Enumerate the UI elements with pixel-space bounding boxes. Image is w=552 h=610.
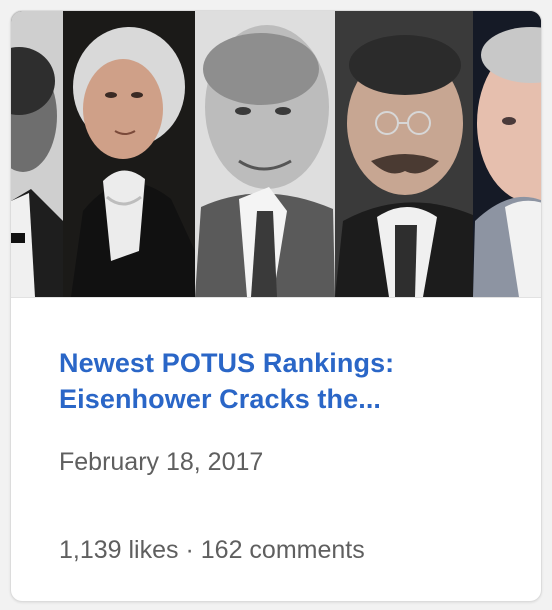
engagement-stats: 1,139 likes · 162 comments [59,535,365,565]
likes-count: 1,139 likes [59,536,179,564]
card-body: Newest POTUS Rankings: Eisenhower Cracks… [11,297,541,601]
article-date: February 18, 2017 [59,448,264,476]
portrait-lincoln [11,11,63,297]
portrait-roosevelt-theodore [335,11,473,297]
presidents-portrait-strip [11,11,541,297]
portrait-washington [63,11,195,297]
article-card[interactable]: Newest POTUS Rankings: Eisenhower Cracks… [10,10,542,602]
portrait-roosevelt-franklin [195,11,335,297]
article-thumbnail[interactable] [11,11,541,298]
comments-count: 162 comments [200,536,365,564]
stats-separator: · [185,536,194,564]
article-title-link[interactable]: Newest POTUS Rankings: Eisenhower Cracks… [59,345,499,417]
portrait-eisenhower [473,11,541,297]
